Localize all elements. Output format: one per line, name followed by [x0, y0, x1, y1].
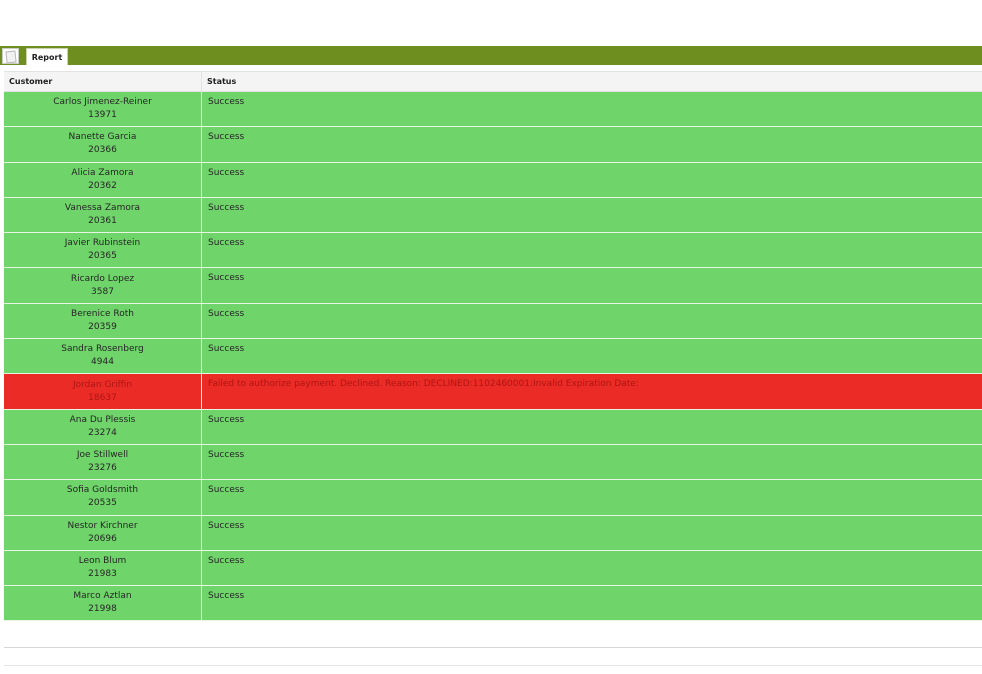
customer-cell: Sandra Rosenberg 4944 — [4, 339, 202, 374]
table-row[interactable]: Ricardo Lopez 3587 Success — [4, 268, 982, 304]
customer-cell: Vanessa Zamora 20361 — [4, 197, 202, 233]
customer-id: 23274 — [88, 427, 117, 438]
customer-id: 20535 — [88, 498, 117, 509]
tab-report[interactable]: Report — [26, 48, 68, 65]
divider — [4, 665, 982, 666]
table-row[interactable]: Vanessa Zamora 20361 Success — [4, 197, 982, 234]
customer-id: 18637 — [88, 392, 117, 403]
customer-name: Jordan Griffin — [72, 379, 133, 390]
customer-id: 21983 — [88, 569, 117, 579]
customer-cell: Sofia Goldsmith 20535 — [4, 480, 202, 515]
status-cell: Success — [208, 591, 245, 602]
customer-name: Sandra Rosenberg — [61, 344, 144, 355]
status-cell: Success — [208, 308, 245, 319]
customer-id: 21998 — [88, 604, 117, 615]
status-cell: Success — [208, 414, 245, 425]
status-cell: Success — [208, 344, 245, 355]
customer-id: 23276 — [88, 463, 117, 474]
status-cell: Success — [208, 485, 245, 496]
customer-name: Joe Stillwell — [76, 450, 129, 461]
customer-id: 20696 — [88, 533, 117, 544]
report-table: Customer Status Carlos Jimenez-Reiner 139… — [4, 71, 982, 622]
customer-id: 20362 — [88, 180, 117, 191]
customer-cell: Carlos Jimenez-Reiner 13971 — [4, 92, 202, 127]
status-cell: Success — [208, 167, 245, 178]
table-row[interactable]: Leon Blum 21983 Success — [4, 550, 982, 587]
customer-id: 20366 — [88, 145, 117, 156]
table-row[interactable]: Berenice Roth 20359 Success — [4, 303, 982, 340]
customer-cell: Marco Aztlan 21998 — [4, 586, 202, 621]
customer-cell: Leon Blum 21983 — [4, 550, 202, 586]
customer-id: 4944 — [91, 357, 114, 368]
tab-bar: Report — [0, 46, 982, 65]
customer-name: Marco Aztlan — [73, 591, 132, 602]
table-row[interactable]: Sofia Goldsmith 20535 Success — [4, 480, 982, 516]
table-row[interactable]: Ana Du Plessis 23274 Success — [4, 409, 982, 445]
status-cell: Success — [208, 202, 245, 213]
status-cell: Success — [208, 97, 245, 107]
table-row[interactable]: Sandra Rosenberg 4944 Success — [4, 339, 982, 375]
status-cell: Success — [208, 132, 245, 143]
table-row[interactable]: Carlos Jimenez-Reiner 13971 Success — [4, 92, 982, 128]
customer-cell: Javier Rubinstein 20365 — [4, 233, 202, 268]
customer-cell: Nestor Kirchner 20696 — [4, 515, 202, 550]
table-row[interactable]: Nestor Kirchner 20696 Success — [4, 515, 982, 551]
customer-cell: Alicia Zamora 20362 — [4, 162, 202, 197]
table-row[interactable]: Nanette Garcia 20366 Success — [4, 127, 982, 163]
status-cell: Success — [208, 449, 245, 460]
customer-name: Ricardo Lopez — [70, 273, 135, 284]
table-row[interactable]: Alicia Zamora 20362 Success — [4, 162, 982, 198]
customer-cell: Nanette Garcia 20366 — [4, 127, 202, 162]
status-cell: Success — [208, 238, 245, 249]
customer-name: Vanessa Zamora — [64, 203, 141, 214]
customer-id: 3587 — [91, 286, 114, 297]
status-cell: Failed to authorize payment. Declined. R… — [208, 379, 639, 390]
customer-cell: Ricardo Lopez 3587 — [4, 268, 202, 303]
customer-name: Ana Du Plessis — [69, 414, 136, 425]
status-cell: Success — [208, 555, 245, 566]
divider — [4, 647, 982, 648]
customer-cell: Ana Du Plessis 23274 — [4, 409, 202, 444]
table-row[interactable]: Javier Rubinstein 20365 Success — [4, 233, 982, 269]
customer-name: Nestor Kirchner — [67, 520, 138, 531]
status-cell: Success — [208, 520, 245, 531]
status-cell: Success — [208, 273, 245, 284]
customer-cell: Jordan Griffin 18637 — [4, 374, 202, 409]
customer-name: Berenice Roth — [71, 308, 134, 319]
customer-id: 20361 — [88, 216, 117, 227]
customer-cell: Joe Stillwell 23276 — [4, 444, 202, 480]
customer-name: Javier Rubinstein — [64, 238, 141, 249]
customer-id: 13971 — [88, 110, 117, 121]
table-row[interactable]: Jordan Griffin 18637 Failed to authorize p… — [4, 374, 982, 410]
table-body: Carlos Jimenez-Reiner 13971 Success Nanette… — [4, 92, 982, 622]
customer-id: 20365 — [88, 251, 117, 262]
page-icon[interactable] — [2, 48, 19, 64]
customer-name: Sofia Goldsmith — [66, 485, 139, 496]
table-row[interactable]: Joe Stillwell 23276 Success — [4, 444, 982, 481]
customer-name: Leon Blum — [78, 556, 127, 566]
customer-cell: Berenice Roth 20359 — [4, 303, 202, 339]
table-row[interactable]: Marco Aztlan 21998 Success — [4, 586, 982, 622]
customer-id: 20359 — [88, 321, 117, 332]
table-header: Customer Status — [4, 71, 982, 92]
customer-name: Nanette Garcia — [68, 132, 137, 143]
customer-name: Alicia Zamora — [71, 167, 134, 178]
customer-name: Carlos Jimenez-Reiner — [53, 97, 152, 108]
column-header-customer[interactable]: Customer — [4, 72, 202, 91]
column-header-status[interactable]: Status — [202, 72, 982, 91]
